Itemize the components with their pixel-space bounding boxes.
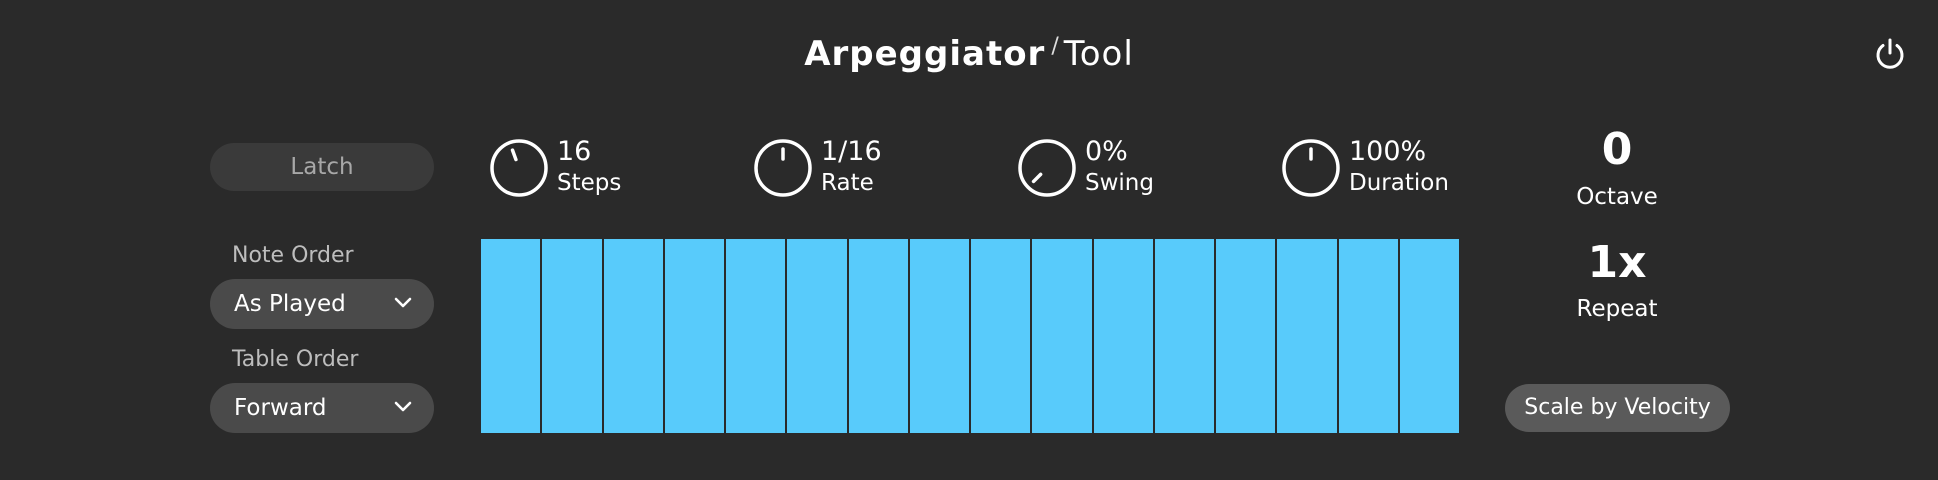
knob-ring bbox=[1018, 139, 1076, 197]
table-order-label: Table Order bbox=[232, 347, 359, 372]
duration-knob[interactable] bbox=[1279, 136, 1343, 200]
step-bar[interactable] bbox=[909, 239, 969, 433]
step-bar[interactable] bbox=[1277, 239, 1337, 433]
duration-value: 100% bbox=[1349, 136, 1427, 167]
swing-knob[interactable] bbox=[1015, 136, 1079, 200]
octave-label: Octave bbox=[1576, 184, 1658, 210]
step-bar[interactable] bbox=[1338, 239, 1398, 433]
steps-knob[interactable] bbox=[487, 136, 551, 200]
latch-button[interactable]: Latch bbox=[210, 143, 434, 191]
repeat-label: Repeat bbox=[1576, 296, 1658, 322]
step-bar[interactable] bbox=[603, 239, 663, 433]
title-primary: Arpeggiator bbox=[804, 34, 1046, 74]
step-bar[interactable] bbox=[726, 239, 786, 433]
step-bar[interactable] bbox=[787, 239, 847, 433]
power-icon bbox=[1876, 38, 1904, 69]
knob-indicator bbox=[510, 148, 518, 162]
step-bar[interactable] bbox=[542, 239, 602, 433]
rate-label: Rate bbox=[821, 170, 874, 196]
arpeggiator-tool-panel: Arpeggiator / Tool Latch Note Order As Pla… bbox=[0, 0, 1938, 480]
step-bar[interactable] bbox=[481, 239, 541, 433]
steps-value: 16 bbox=[557, 136, 592, 167]
note-order-value: As Played bbox=[234, 291, 346, 317]
chevron-down-icon bbox=[394, 297, 412, 308]
note-order-dropdown[interactable]: As Played bbox=[210, 279, 434, 329]
step-grid bbox=[481, 239, 1459, 433]
table-order-value: Forward bbox=[234, 395, 327, 421]
step-bar[interactable] bbox=[1032, 239, 1092, 433]
title-secondary: Tool bbox=[1063, 34, 1134, 74]
steps-label: Steps bbox=[557, 170, 622, 196]
swing-value: 0% bbox=[1085, 136, 1128, 167]
step-bar[interactable] bbox=[1216, 239, 1276, 433]
step-bar[interactable] bbox=[1154, 239, 1214, 433]
table-order-dropdown[interactable]: Forward bbox=[210, 383, 434, 433]
note-order-label: Note Order bbox=[232, 243, 354, 268]
knob-indicator bbox=[1031, 172, 1043, 184]
rate-value: 1/16 bbox=[821, 136, 882, 167]
rate-knob[interactable] bbox=[751, 136, 815, 200]
step-bar[interactable] bbox=[848, 239, 908, 433]
scale-by-velocity-button[interactable]: Scale by Velocity bbox=[1505, 384, 1730, 432]
power-button[interactable] bbox=[1872, 36, 1908, 72]
step-bar[interactable] bbox=[971, 239, 1031, 433]
title-slash: / bbox=[1051, 34, 1060, 59]
swing-label: Swing bbox=[1085, 170, 1154, 196]
octave-value[interactable]: 0 bbox=[1517, 124, 1717, 175]
repeat-value[interactable]: 1x bbox=[1517, 237, 1717, 288]
app-title: Arpeggiator / Tool bbox=[0, 34, 1938, 74]
step-bar[interactable] bbox=[1093, 239, 1153, 433]
duration-label: Duration bbox=[1349, 170, 1449, 196]
chevron-down-icon bbox=[394, 401, 412, 412]
knob-ring bbox=[490, 139, 548, 197]
step-bar[interactable] bbox=[664, 239, 724, 433]
step-bar[interactable] bbox=[1399, 239, 1459, 433]
